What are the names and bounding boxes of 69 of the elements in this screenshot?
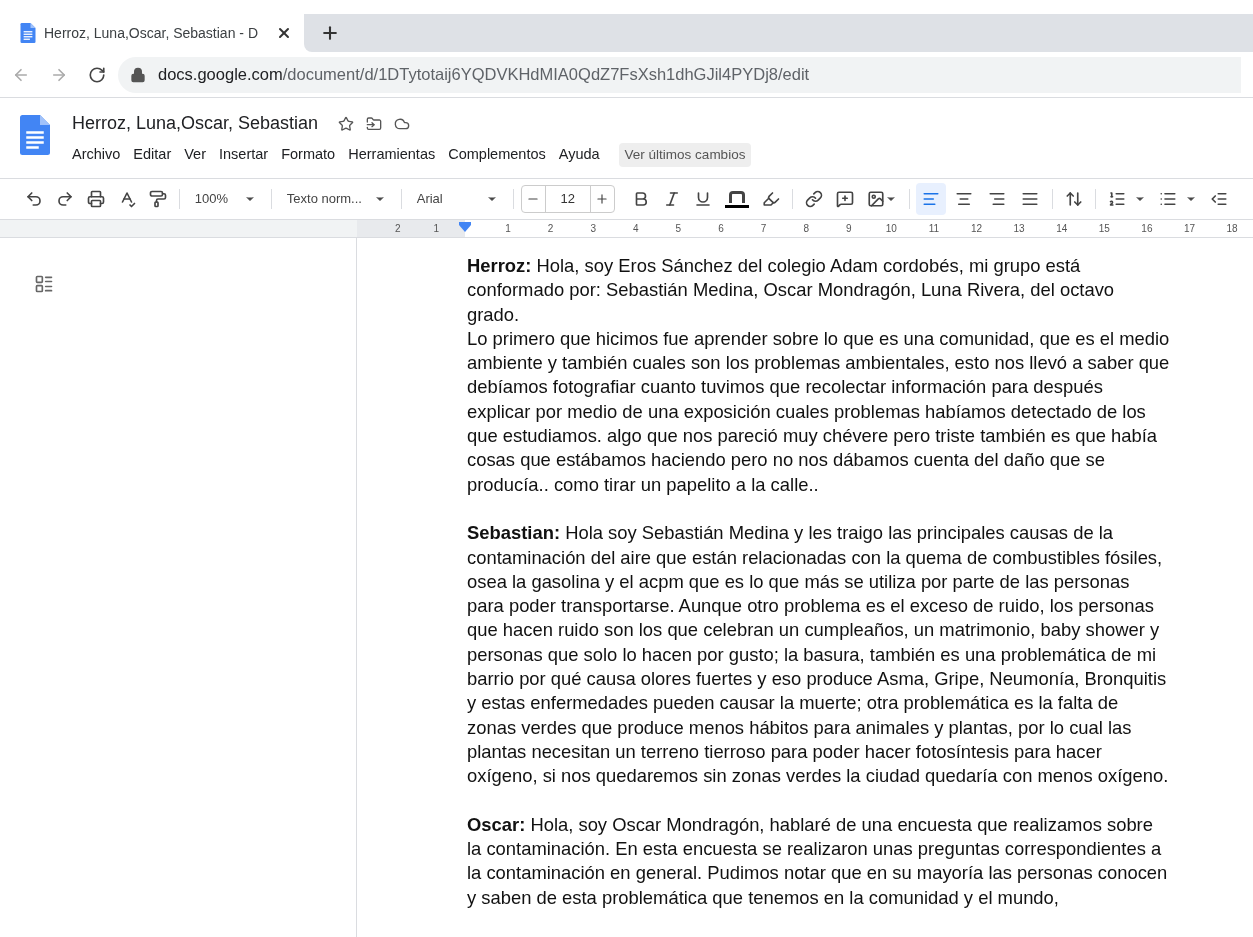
align-right-icon	[988, 190, 1007, 208]
numbered-list-icon	[1108, 190, 1126, 208]
ruler-number: 12	[969, 222, 984, 236]
bulleted-list-icon	[1159, 190, 1177, 208]
redo-icon	[56, 190, 74, 208]
style-dropdown[interactable]: Texto norm...	[278, 185, 394, 213]
menu-item[interactable]: Formato	[275, 144, 342, 166]
ruler-number: 17	[1182, 222, 1197, 236]
reload-icon	[88, 65, 106, 84]
paragraph: Lo primero que hicimos fue aprender sobre lo que es una comunidad, que es el medio ambiente y también cuales son los problemas ambientales, esto nos llevó a saber que debíamos fotografiar cuanto tuvimos que recolectar información para después explicar por medio de una exposición cuales problemas habíamos detectado de los que estudiamos. algo que nos pareció muy chévere pero triste también es que había cosas que estábamos haciendo pero no nos dábamos cuenta del daño que se producía.. como tirar un papelito a la calle..	[467, 326, 1170, 497]
ruler-number: 9	[844, 222, 853, 236]
menu-item[interactable]: Ver	[178, 144, 212, 166]
menu-item[interactable]: Insertar	[213, 144, 275, 166]
align-button[interactable]	[916, 183, 947, 215]
ruler-number: 5	[674, 222, 683, 236]
align-left-icon	[922, 190, 941, 208]
line-spacing-icon	[1065, 190, 1084, 208]
last-changes-button[interactable]: Ver últimos cambios	[618, 143, 752, 168]
ruler-number: 3	[589, 222, 597, 236]
folder-icon[interactable]	[366, 115, 383, 132]
menu-item[interactable]: Ayuda	[552, 144, 606, 166]
menu-item[interactable]: Editar	[127, 144, 178, 166]
underline-icon	[693, 190, 712, 208]
ruler-number: 6	[717, 222, 725, 236]
font-dropdown[interactable]: Arial	[408, 185, 506, 213]
ruler-number: 18	[1225, 222, 1239, 236]
paragraph: Sebastian: Hola soy Sebastián Medina y les traigo las principales causas de la contaminación del aire que están relacionadas con la quema de combustibles fósiles, osea la gasolina y el acpm que es lo que más se utiliza por parte de las personas para poder transportarse. Aunque otro problema es el exceso de ruido, los personas que hacen ruido son los que celebran un cumpleaños, un matrimonio, baby shower y personas que solo lo hacen por gusto; la basura, también es una problemática de mi barrio por qué causa olores fuertes y eso produce Asma, Gripe, Neumonía, Bronquitis y estas enfermedades pueden causar la muerte; otra problemática es la falta de zonas verdes que produce menos hábitos para animales y plantas, por lo cual las plantas necesitan un terreno tierroso para poder hacer fotosíntesis para hacer oxígeno, si nos quedaremos sin zonas verdes la ciudad quedaría con menos oxígeno.	[467, 521, 1170, 789]
link-icon	[804, 190, 823, 208]
menu-item[interactable]: Archivo	[66, 144, 127, 166]
print-icon	[87, 190, 105, 208]
paragraph: Herroz: Hola, soy Eros Sánchez del colegio Adam cordobés, mi grupo está conformado por: Sebastián Medina, Oscar Mondragón, Luna Rivera, del octavo grado.	[467, 254, 1116, 327]
ruler-number: 16	[1140, 222, 1154, 236]
plus-icon	[595, 192, 610, 206]
ruler-number: 7	[759, 222, 768, 236]
ruler-number: 14	[1055, 222, 1069, 236]
star-icon[interactable]	[338, 115, 355, 132]
ruler-number: 11	[927, 222, 941, 236]
align-center-icon	[955, 190, 974, 208]
ruler-number: 1	[504, 222, 512, 236]
menu-item[interactable]: Herramientas	[342, 144, 442, 166]
image-icon	[866, 190, 885, 208]
ruler-number: 8	[802, 222, 810, 236]
zoom-dropdown[interactable]: 100%	[186, 185, 265, 213]
indent-marker-icon	[459, 221, 471, 232]
menu-item[interactable]: Complementos	[442, 144, 552, 166]
url-text: docs.google.com/document/d/1DTytotaij6YQDVKHdMIA0QdZ7FsXsh1dhGJil4PYDj8/edit	[158, 64, 810, 86]
address-bar[interactable]: docs.google.com/document/d/1DTytotaij6YQDVKHdMIA0QdZ7FsXsh1dhGJil4PYDj8/edit	[118, 56, 1241, 93]
ruler-number: 1	[433, 222, 439, 236]
ruler-number: 4	[632, 222, 640, 236]
close-icon[interactable]	[276, 25, 292, 41]
ruler-number: 10	[884, 222, 898, 236]
new-tab-icon[interactable]	[320, 23, 340, 43]
paint-roller-icon	[149, 190, 167, 208]
docs-logo	[20, 114, 50, 156]
ruler-number: 13	[1012, 222, 1026, 236]
lock-icon	[130, 66, 146, 83]
ruler-number: 2	[546, 222, 555, 236]
ruler-number: 2	[394, 222, 401, 236]
document-title[interactable]: Herroz, Luna,Oscar, Sebastian	[72, 110, 319, 137]
outline-icon[interactable]	[34, 274, 54, 294]
tab-title: Herroz, Luna,Oscar, Sebastian - D	[44, 23, 259, 43]
highlighter-icon	[761, 190, 780, 208]
indent-icon	[1210, 190, 1228, 208]
comment-icon	[835, 190, 854, 208]
paragraph: Oscar: Hola, soy Oscar Mondragón, hablaré de una encuesta que realizamos sobre la contaminación. En esta encuesta se realizaron unas preguntas correspondientes a la contaminación en general. Pudimos notar que en su mayoría las personas conocen y saben de esta problemática que tenemos en la comunidad y el mundo,	[467, 812, 1169, 910]
align-justify-icon	[1021, 190, 1040, 208]
docs-icon	[20, 23, 36, 43]
ruler-number: 15	[1097, 222, 1111, 236]
undo-icon	[25, 190, 43, 208]
